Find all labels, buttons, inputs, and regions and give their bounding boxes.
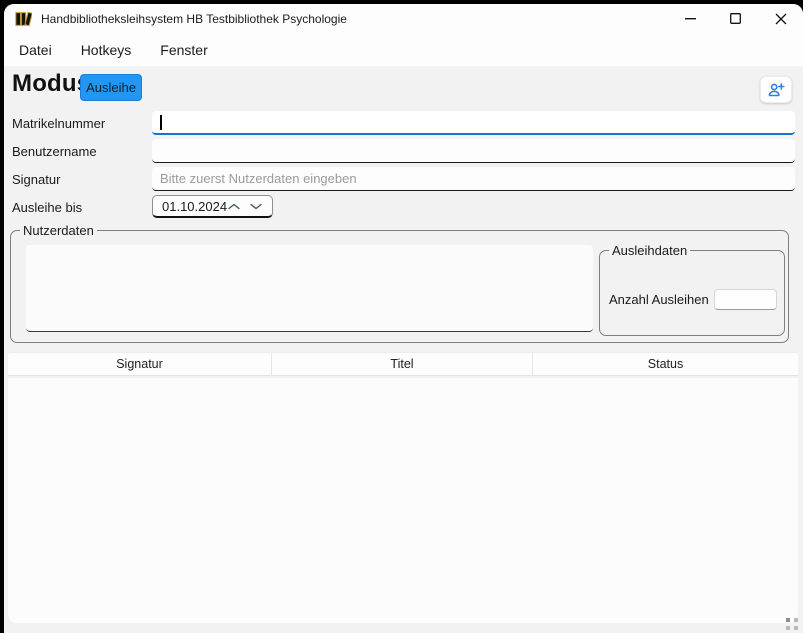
table-header-row: Signatur Titel Status xyxy=(8,352,798,376)
minimize-button[interactable] xyxy=(668,4,713,33)
resize-grip-icon[interactable] xyxy=(783,615,798,630)
menu-item-fenster[interactable]: Fenster xyxy=(160,42,207,58)
ausleihe-bis-label: Ausleihe bis xyxy=(12,200,82,215)
minimize-icon xyxy=(685,18,696,20)
date-spinner-controls xyxy=(228,203,272,210)
menu-item-hotkeys[interactable]: Hotkeys xyxy=(81,42,132,58)
signatur-placeholder: Bitte zuerst Nutzerdaten eingeben xyxy=(160,171,357,186)
ausleihe-bis-value: 01.10.2024 xyxy=(162,199,227,214)
nutzerdaten-groupbox: Nutzerdaten Ausleihdaten Anzahl Ausleihe… xyxy=(10,230,789,343)
column-header-signatur[interactable]: Signatur xyxy=(8,353,272,375)
ausleihdaten-groupbox: Ausleihdaten Anzahl Ausleihen xyxy=(599,250,785,336)
ausleihe-bis-date-spinner[interactable]: 01.10.2024 xyxy=(152,195,273,218)
close-button[interactable] xyxy=(758,4,803,33)
maximize-icon xyxy=(730,13,741,24)
anzahl-ausleihen-input[interactable] xyxy=(714,289,777,310)
close-icon xyxy=(775,13,787,25)
anzahl-ausleihen-label: Anzahl Ausleihen xyxy=(609,292,709,307)
column-header-status[interactable]: Status xyxy=(533,353,798,375)
signatur-label: Signatur xyxy=(12,172,60,187)
matrikelnummer-input[interactable] xyxy=(152,111,795,135)
mode-ausleihe-button[interactable]: Ausleihe xyxy=(80,74,142,101)
window-title: Handbibliotheksleihsystem HB Testbibliot… xyxy=(41,12,347,26)
content-area: Modus Ausleihe Matrikelnummer Benutzerna… xyxy=(4,66,803,633)
app-window: Handbibliotheksleihsystem HB Testbibliot… xyxy=(4,4,803,633)
benutzername-label: Benutzername xyxy=(12,144,97,159)
chevron-up-icon[interactable] xyxy=(228,203,240,210)
books-icon xyxy=(15,11,32,27)
menu-bar: Datei Hotkeys Fenster xyxy=(4,33,803,66)
column-header-titel[interactable]: Titel xyxy=(272,353,533,375)
nutzerdaten-textarea[interactable] xyxy=(26,245,593,332)
window-controls xyxy=(668,4,803,33)
nutzerdaten-legend: Nutzerdaten xyxy=(20,222,97,239)
text-caret xyxy=(160,115,162,130)
add-user-button[interactable] xyxy=(760,76,792,103)
person-add-icon xyxy=(767,82,785,98)
title-bar: Handbibliotheksleihsystem HB Testbibliot… xyxy=(4,4,803,33)
ausleihdaten-legend: Ausleihdaten xyxy=(609,242,690,259)
matrikelnummer-label: Matrikelnummer xyxy=(12,116,105,131)
mode-heading: Modus xyxy=(12,70,90,98)
benutzername-input[interactable] xyxy=(152,139,795,163)
signatur-input[interactable]: Bitte zuerst Nutzerdaten eingeben xyxy=(152,167,795,191)
maximize-button[interactable] xyxy=(713,4,758,33)
table-body xyxy=(8,378,798,623)
chevron-down-icon[interactable] xyxy=(250,203,262,210)
menu-item-datei[interactable]: Datei xyxy=(19,42,52,58)
